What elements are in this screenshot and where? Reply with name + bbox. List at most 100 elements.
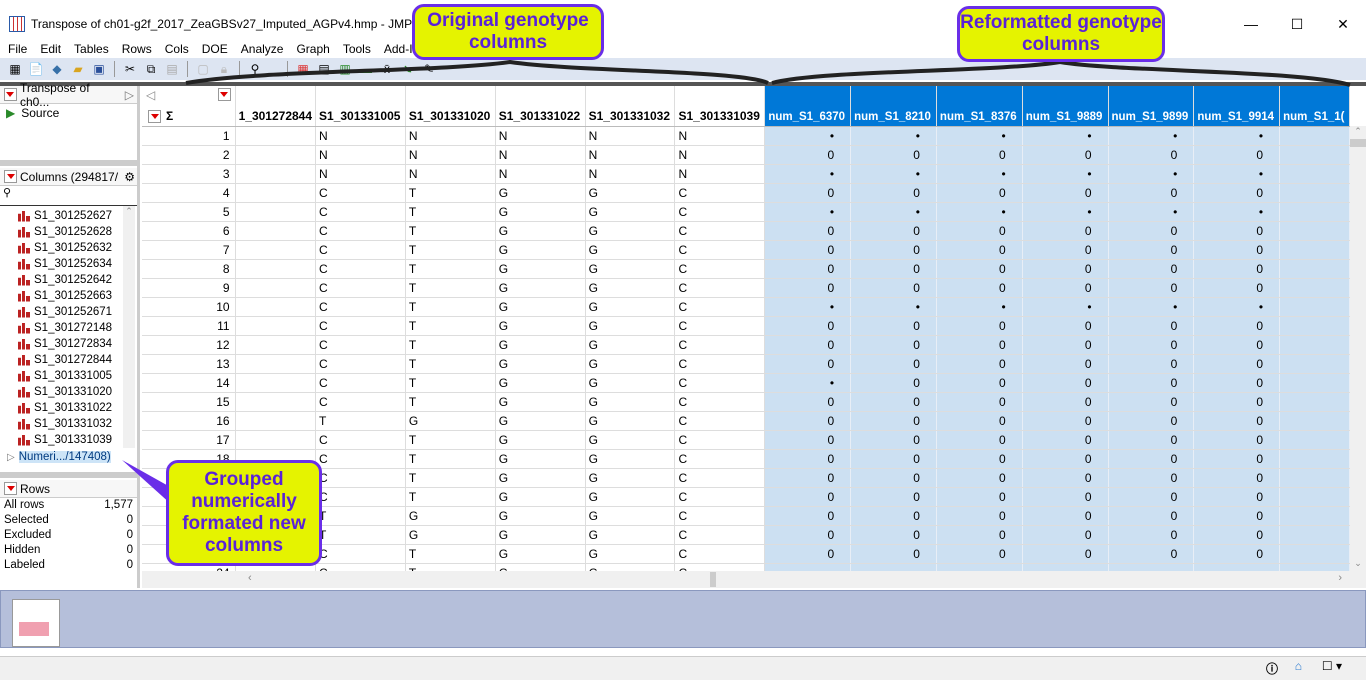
genotype-cell[interactable]: N [405,126,496,146]
genotype-cell[interactable]: T [405,487,496,507]
corner-cell[interactable]: ◁ Σ [142,86,236,127]
genotype-cell[interactable]: G [405,525,496,545]
numeric-cell[interactable]: 0 [850,525,937,545]
numeric-cell[interactable]: • [1022,126,1109,146]
search-icon[interactable]: ⚲ [246,61,264,77]
genotype-cell[interactable]: T [405,430,496,450]
menu-edit[interactable]: Edit [32,40,66,58]
numeric-column-header[interactable]: num_S1_9889 [1022,86,1109,127]
numeric-cell[interactable]: 0 [1022,335,1109,355]
numeric-cell[interactable]: 0 [1108,392,1195,412]
genotype-cell[interactable]: C [315,183,406,203]
link-icon[interactable]: ▢ [194,61,212,77]
row-number[interactable]: 17 [142,430,236,450]
numeric-cell[interactable] [1279,126,1350,146]
numeric-cell[interactable]: 0 [936,145,1023,165]
column-list-item[interactable]: S1_301252627 [0,208,137,224]
vertical-scrollbar[interactable]: ⌃ ⌄ [1350,126,1366,571]
genotype-cell[interactable] [235,202,317,222]
numeric-cell[interactable]: • [936,297,1023,317]
genotype-cell[interactable]: T [405,259,496,279]
genotype-cell[interactable]: T [405,449,496,469]
numeric-cell[interactable]: 0 [764,183,852,203]
python-icon[interactable]: ◆ [48,61,66,77]
genotype-cell[interactable]: C [315,354,406,374]
numeric-cell[interactable]: 0 [850,392,937,412]
numeric-cell[interactable]: • [1108,563,1195,571]
numeric-cell[interactable]: 0 [1193,544,1281,564]
genotype-cell[interactable]: C [315,487,406,507]
genotype-cell[interactable]: T [405,563,496,571]
genotype-cell[interactable]: T [405,316,496,336]
numeric-cell[interactable]: • [764,563,852,571]
column-list-item[interactable]: S1_301252634 [0,256,137,272]
menu-graph[interactable]: Graph [288,40,334,58]
numeric-cell[interactable] [1279,525,1350,545]
genotype-cell[interactable]: N [405,164,496,184]
menu-cols[interactable]: Cols [157,40,194,58]
numeric-cell[interactable]: 0 [1108,544,1195,564]
genotype-cell[interactable]: C [674,411,766,431]
numeric-cell[interactable] [1279,259,1350,279]
numeric-cell[interactable]: 0 [850,449,937,469]
numeric-cell[interactable]: 0 [1022,487,1109,507]
numeric-cell[interactable]: 0 [850,335,937,355]
horizontal-scrollbar[interactable]: ‹ › [142,571,1366,588]
genotype-cell[interactable]: G [495,335,586,355]
genotype-cell[interactable]: N [585,145,676,165]
numeric-cell[interactable]: 0 [850,506,937,526]
genotype-cell[interactable]: G [495,202,586,222]
genotype-cell[interactable] [235,335,317,355]
numeric-cell[interactable]: 0 [1193,183,1281,203]
genotype-cell[interactable]: G [495,411,586,431]
genotype-cell[interactable]: T [405,468,496,488]
numeric-cell[interactable]: • [936,126,1023,146]
collapse-left-icon[interactable]: ◁ [146,88,155,102]
numeric-cell[interactable]: 0 [1193,354,1281,374]
column-search-input[interactable]: ⚲ [0,186,137,206]
row-number[interactable]: 10 [142,297,236,317]
chart-icon[interactable]: ▥ [336,61,354,77]
numeric-cell[interactable]: 0 [1108,183,1195,203]
column-list-item[interactable]: S1_301331039 [0,432,137,448]
numeric-cell[interactable]: 0 [936,354,1023,374]
copy-icon[interactable]: ⧉ [142,61,160,77]
genotype-cell[interactable]: C [315,563,406,571]
genotype-cell[interactable]: G [495,183,586,203]
menu-rows[interactable]: Rows [114,40,157,58]
genotype-cell[interactable] [235,354,317,374]
numeric-cell[interactable]: 0 [1022,354,1109,374]
numeric-cell[interactable]: • [936,202,1023,222]
red-triangle-menu-icon[interactable] [217,88,231,101]
numeric-cell[interactable]: 0 [764,240,852,260]
red-triangle-menu-icon[interactable] [4,482,17,495]
numeric-cell[interactable]: 0 [764,449,852,469]
numeric-cell[interactable]: 0 [850,487,937,507]
column-list-item[interactable]: S1_301272834 [0,336,137,352]
genotype-cell[interactable]: C [674,183,766,203]
genotype-cell[interactable] [235,240,317,260]
numeric-cell[interactable]: 0 [764,221,852,241]
numeric-column-header[interactable]: num_S1_8210 [850,86,937,127]
open-folder-icon[interactable]: ▰ [69,61,87,77]
numeric-cell[interactable]: 0 [850,373,937,393]
numeric-cell[interactable]: 0 [1022,468,1109,488]
column-header[interactable]: 1_301272844 [235,86,317,127]
numeric-cell[interactable]: 0 [1108,506,1195,526]
genotype-cell[interactable]: T [405,297,496,317]
row-number[interactable]: 7 [142,240,236,260]
genotype-cell[interactable]: C [674,487,766,507]
genotype-cell[interactable]: C [674,278,766,298]
numeric-cell[interactable] [1279,221,1350,241]
row-number[interactable]: 13 [142,354,236,374]
genotype-cell[interactable]: T [405,221,496,241]
numeric-cell[interactable]: 0 [1022,145,1109,165]
numeric-cell[interactable] [1279,202,1350,222]
genotype-cell[interactable]: C [674,202,766,222]
genotype-cell[interactable]: G [585,544,676,564]
genotype-cell[interactable]: C [674,449,766,469]
numeric-cell[interactable]: 0 [936,487,1023,507]
genotype-cell[interactable]: G [585,430,676,450]
row-number[interactable]: 4 [142,183,236,203]
numeric-cell[interactable]: 0 [936,506,1023,526]
